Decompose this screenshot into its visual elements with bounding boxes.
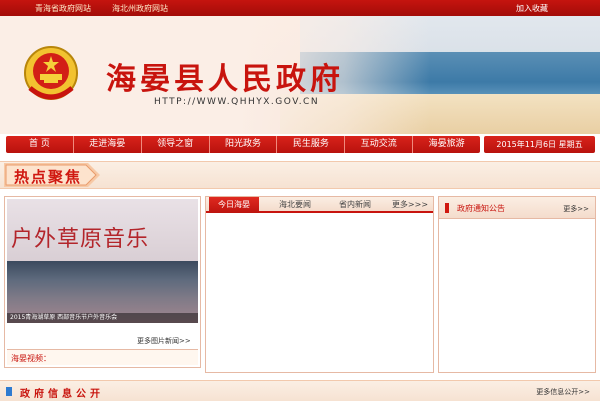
gov-info-bar: 政府信息公开 更多信息公开>> bbox=[0, 380, 600, 401]
news-photo[interactable]: 户外草原音乐 2015青海湖草原 西部音乐节户外音乐会 bbox=[7, 199, 198, 323]
site-url: HTTP://WWW.QHHYX.GOV.CN bbox=[154, 97, 320, 107]
photo-news-panel: 户外草原音乐 2015青海湖草原 西部音乐节户外音乐会 更多图片新闻>> 海晏视… bbox=[4, 196, 201, 368]
tab-more-link[interactable]: 更多>>> bbox=[390, 197, 430, 213]
photo-caption[interactable]: 2015青海湖草原 西部音乐节户外音乐会 bbox=[7, 313, 198, 323]
hot-focus-tab: 热点聚焦 bbox=[4, 163, 102, 187]
date-display: 2015年11月6日 星期五 bbox=[484, 136, 595, 153]
nav-tourism[interactable]: 海晏旅游 bbox=[413, 136, 480, 153]
top-link-bar: 青海省政府网站 海北州政府网站 加入收藏 bbox=[0, 0, 600, 16]
gov-info-title: 政府信息公开 bbox=[20, 389, 104, 400]
nav-about[interactable]: 走进海晏 bbox=[74, 136, 142, 153]
tab-haibei-news[interactable]: 海北要闻 bbox=[270, 197, 320, 213]
nav-home[interactable]: 首 页 bbox=[6, 136, 74, 153]
national-emblem-icon bbox=[24, 46, 78, 100]
notices-title: 政府通知公告 bbox=[457, 204, 505, 213]
site-title: 海晏县人民政府 bbox=[106, 62, 344, 97]
nav-government-affairs[interactable]: 阳光政务 bbox=[210, 136, 278, 153]
nav-leaders[interactable]: 领导之窗 bbox=[142, 136, 210, 153]
video-section: 海晏视频： bbox=[7, 349, 198, 365]
link-haibei-gov[interactable]: 海北州政府网站 bbox=[112, 3, 168, 14]
nav-public-services[interactable]: 民生服务 bbox=[277, 136, 346, 153]
video-label[interactable]: 海晏视频： bbox=[11, 353, 51, 364]
notice-marker-icon bbox=[445, 203, 449, 213]
notices-more-link[interactable]: 更多>> bbox=[563, 204, 589, 214]
photo-banner-text: 户外草原音乐 bbox=[11, 227, 150, 252]
more-photo-news-link[interactable]: 更多图片新闻>> bbox=[137, 336, 191, 346]
news-tabs-panel: 今日海晏 海北要闻 省内新闻 更多>>> bbox=[205, 196, 434, 373]
main-nav: 首 页 走进海晏 领导之窗 阳光政务 民生服务 互动交流 海晏旅游 bbox=[6, 136, 480, 153]
site-banner: 海晏县人民政府 HTTP://WWW.QHHYX.GOV.CN bbox=[0, 16, 600, 134]
nav-interaction[interactable]: 互动交流 bbox=[345, 136, 414, 153]
tab-provincial-news[interactable]: 省内新闻 bbox=[330, 197, 380, 213]
add-favorite-link[interactable]: 加入收藏 bbox=[516, 3, 548, 14]
notices-panel: 政府通知公告 更多>> bbox=[438, 196, 596, 373]
hot-focus-title: 热点聚焦 bbox=[14, 168, 83, 186]
news-tab-bar: 今日海晏 海北要闻 省内新闻 更多>>> bbox=[206, 197, 433, 213]
notices-header: 政府通知公告 更多>> bbox=[439, 197, 595, 219]
info-marker-icon bbox=[6, 387, 12, 396]
gov-info-more-link[interactable]: 更多信息公开>> bbox=[536, 387, 590, 397]
tab-today-haiyan[interactable]: 今日海晏 bbox=[209, 197, 259, 213]
link-qinghai-gov[interactable]: 青海省政府网站 bbox=[35, 3, 91, 14]
